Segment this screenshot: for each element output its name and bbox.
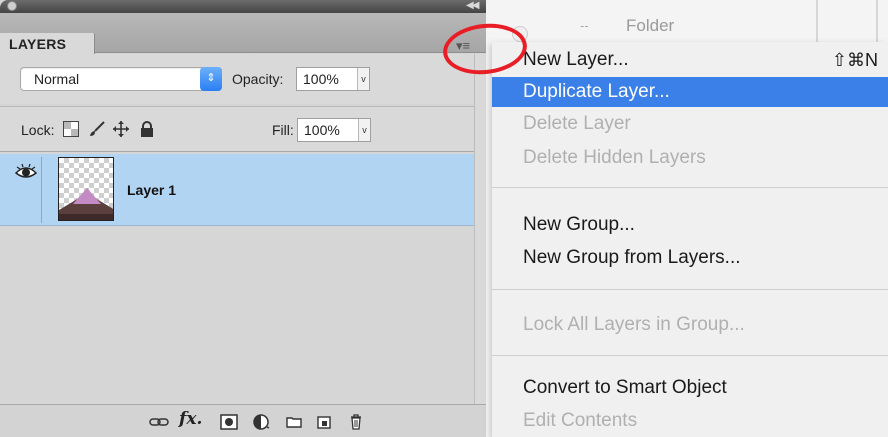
- menu-item-new-layer[interactable]: New Layer... ⇧⌘N: [492, 45, 888, 75]
- menu-item-convert-smart-object[interactable]: Convert to Smart Object: [492, 373, 888, 403]
- menu-item-duplicate-layer[interactable]: Duplicate Layer...: [492, 77, 888, 107]
- menu-item-label: Duplicate Layer...: [523, 81, 670, 102]
- menu-separator: [492, 187, 888, 188]
- panel-bottom-toolbar: fx.: [0, 404, 486, 437]
- layer-list: Layer 1: [0, 152, 486, 404]
- eye-icon[interactable]: [14, 162, 38, 184]
- column-divider: [816, 0, 818, 42]
- fill-label: Fill:: [272, 122, 294, 138]
- menu-item-delete-hidden-layers: Delete Hidden Layers: [492, 143, 888, 173]
- opacity-label: Opacity:: [232, 71, 284, 87]
- blend-mode-select[interactable]: Normal ⇕: [20, 67, 222, 91]
- panel-scroll-edge: [474, 54, 486, 437]
- lock-label: Lock:: [21, 122, 55, 138]
- layer-name[interactable]: Layer 1: [127, 182, 176, 198]
- opacity-field[interactable]: 100% v: [296, 67, 370, 91]
- menu-separator: [492, 355, 888, 356]
- fill-value: 100%: [304, 122, 340, 138]
- panel-flyout-menu: New Layer... ⇧⌘N Duplicate Layer... Dele…: [492, 42, 888, 437]
- menu-item-label: Delete Hidden Layers: [523, 147, 706, 168]
- opacity-value: 100%: [303, 71, 339, 87]
- link-icon[interactable]: [149, 412, 169, 432]
- layer-thumbnail[interactable]: [58, 157, 114, 221]
- chevron-updown-icon[interactable]: ⇕: [200, 67, 222, 91]
- folder-icon[interactable]: [284, 412, 304, 432]
- close-icon[interactable]: [7, 1, 17, 11]
- adjustment-icon[interactable]: [251, 412, 271, 432]
- move-icon[interactable]: [113, 121, 129, 137]
- lock-transparency-icon[interactable]: [63, 121, 79, 137]
- fill-field[interactable]: 100% v: [297, 118, 371, 142]
- blend-mode-value: Normal: [34, 71, 80, 87]
- visibility-toggle[interactable]: [12, 157, 42, 223]
- menu-item-delete-layer: Delete Layer: [492, 109, 888, 139]
- lock-icon[interactable]: [139, 121, 155, 137]
- layer-row[interactable]: Layer 1: [0, 154, 474, 226]
- menu-item-new-group[interactable]: New Group...: [492, 210, 888, 240]
- layer-thumbnail-image: [59, 188, 113, 220]
- background-folder-label: Folder: [626, 16, 675, 35]
- collapse-icon[interactable]: ◀◀: [466, 0, 479, 11]
- menu-item-label: Lock All Layers in Group...: [523, 314, 745, 335]
- menu-separator: [492, 289, 888, 290]
- column-divider: [876, 0, 878, 42]
- blend-opacity-row: Normal ⇕ Opacity: 100% v: [0, 54, 486, 104]
- menu-item-new-group-from-layers[interactable]: New Group from Layers...: [492, 243, 888, 273]
- tab-layers-label: LAYERS: [9, 36, 67, 52]
- new-layer-icon[interactable]: [314, 412, 334, 432]
- brush-icon[interactable]: [89, 121, 105, 137]
- chevron-down-icon[interactable]: v: [358, 119, 370, 141]
- menu-item-label: Edit Contents: [523, 410, 638, 431]
- menu-item-edit-contents: Edit Contents: [492, 406, 888, 436]
- lock-fill-row: Lock: Fill: 100% v: [0, 106, 486, 152]
- menu-item-label: Delete Layer: [523, 113, 631, 134]
- chevron-down-icon[interactable]: v: [357, 68, 369, 90]
- menu-item-label: New Layer...: [523, 49, 629, 70]
- background-dash: --: [580, 18, 589, 33]
- menu-item-lock-all-layers: Lock All Layers in Group...: [492, 310, 888, 340]
- panel-tabbar: LAYERS ▾≡: [0, 13, 486, 58]
- menu-item-label: New Group...: [523, 214, 635, 235]
- panel-titlebar[interactable]: ◀◀: [0, 0, 486, 13]
- layers-panel: ◀◀ LAYERS ▾≡ Normal ⇕ Opacity: 100% v Lo…: [0, 0, 486, 437]
- trash-icon[interactable]: [346, 412, 366, 432]
- menu-item-label: New Group from Layers...: [523, 247, 741, 268]
- menu-item-label: Convert to Smart Object: [523, 377, 727, 398]
- mask-icon[interactable]: [219, 412, 239, 432]
- shortcut-label: ⇧⌘N: [831, 50, 878, 70]
- fx-icon[interactable]: fx.: [179, 409, 207, 429]
